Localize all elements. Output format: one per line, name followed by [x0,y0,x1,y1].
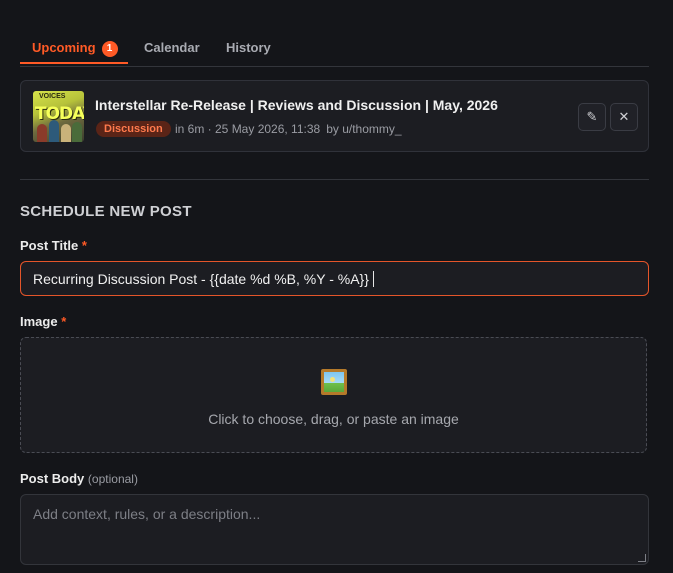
optional-marker: (optional) [87,472,138,486]
post-body-placeholder: Add context, rules, or a description... [33,506,261,522]
post-body-textarea[interactable]: Add context, rules, or a description... [20,494,649,565]
pencil-icon: ✎ [586,109,598,124]
picture-icon [321,369,347,395]
image-label-text: Image [20,314,58,329]
section-heading: SCHEDULE NEW POST [20,203,192,220]
post-body-label-text: Post Body [20,471,85,486]
scheduled-time: in 6m · 25 May 2026, 11:38 [175,122,321,136]
thumbnail-figure [49,120,59,142]
thumbnail-figure [37,124,47,142]
scheduled-post-card: VOICES TODAY Interstellar Re-Release | R… [20,80,649,152]
tab-calendar-label: Calendar [144,40,200,55]
thumbnail-figure [61,124,71,142]
image-label: Image * [20,314,66,329]
thumbnail-figure [72,122,82,142]
tab-history-label: History [226,40,271,55]
required-marker: * [61,314,67,329]
image-dropzone[interactable]: Click to choose, drag, or paste an image [20,337,647,453]
close-icon: ✕ [618,109,630,124]
picture-icon-canvas [324,372,344,392]
delete-button[interactable]: ✕ [610,103,638,131]
section-divider [20,179,649,180]
picture-icon-sun [330,377,335,382]
edit-button[interactable]: ✎ [578,103,606,131]
tab-bar: Upcoming 1 Calendar History [20,36,649,67]
post-meta: in 6m · 25 May 2026, 11:38 by u/thommy_ [175,122,402,136]
upcoming-count-badge: 1 [101,41,118,57]
thumbnail-text: TODAY [35,104,84,124]
resize-handle[interactable] [638,554,646,562]
tab-upcoming[interactable]: Upcoming 1 [20,40,128,64]
dropzone-instructions: Click to choose, drag, or paste an image [208,411,459,427]
tab-calendar[interactable]: Calendar [144,40,200,66]
post-thumbnail: VOICES TODAY [33,91,84,142]
post-title-input[interactable]: Recurring Discussion Post - {{date %d %B… [20,261,649,296]
post-title-label-text: Post Title [20,238,79,253]
scheduled-post-title: Interstellar Re-Release | Reviews and Di… [95,97,498,113]
thumbnail-subtext: VOICES [39,93,66,100]
post-title-value: Recurring Discussion Post - {{date %d %B… [33,271,374,287]
flair-badge: Discussion [96,121,171,137]
tab-history[interactable]: History [226,40,271,66]
post-title-label: Post Title * [20,238,87,253]
post-title-text: Recurring Discussion Post - {{date %d %B… [33,271,369,287]
post-author: by u/thommy_ [326,122,402,136]
tab-upcoming-label: Upcoming [32,40,96,55]
text-caret [372,271,374,287]
post-body-label: Post Body (optional) [20,471,138,486]
required-marker: * [81,238,87,253]
